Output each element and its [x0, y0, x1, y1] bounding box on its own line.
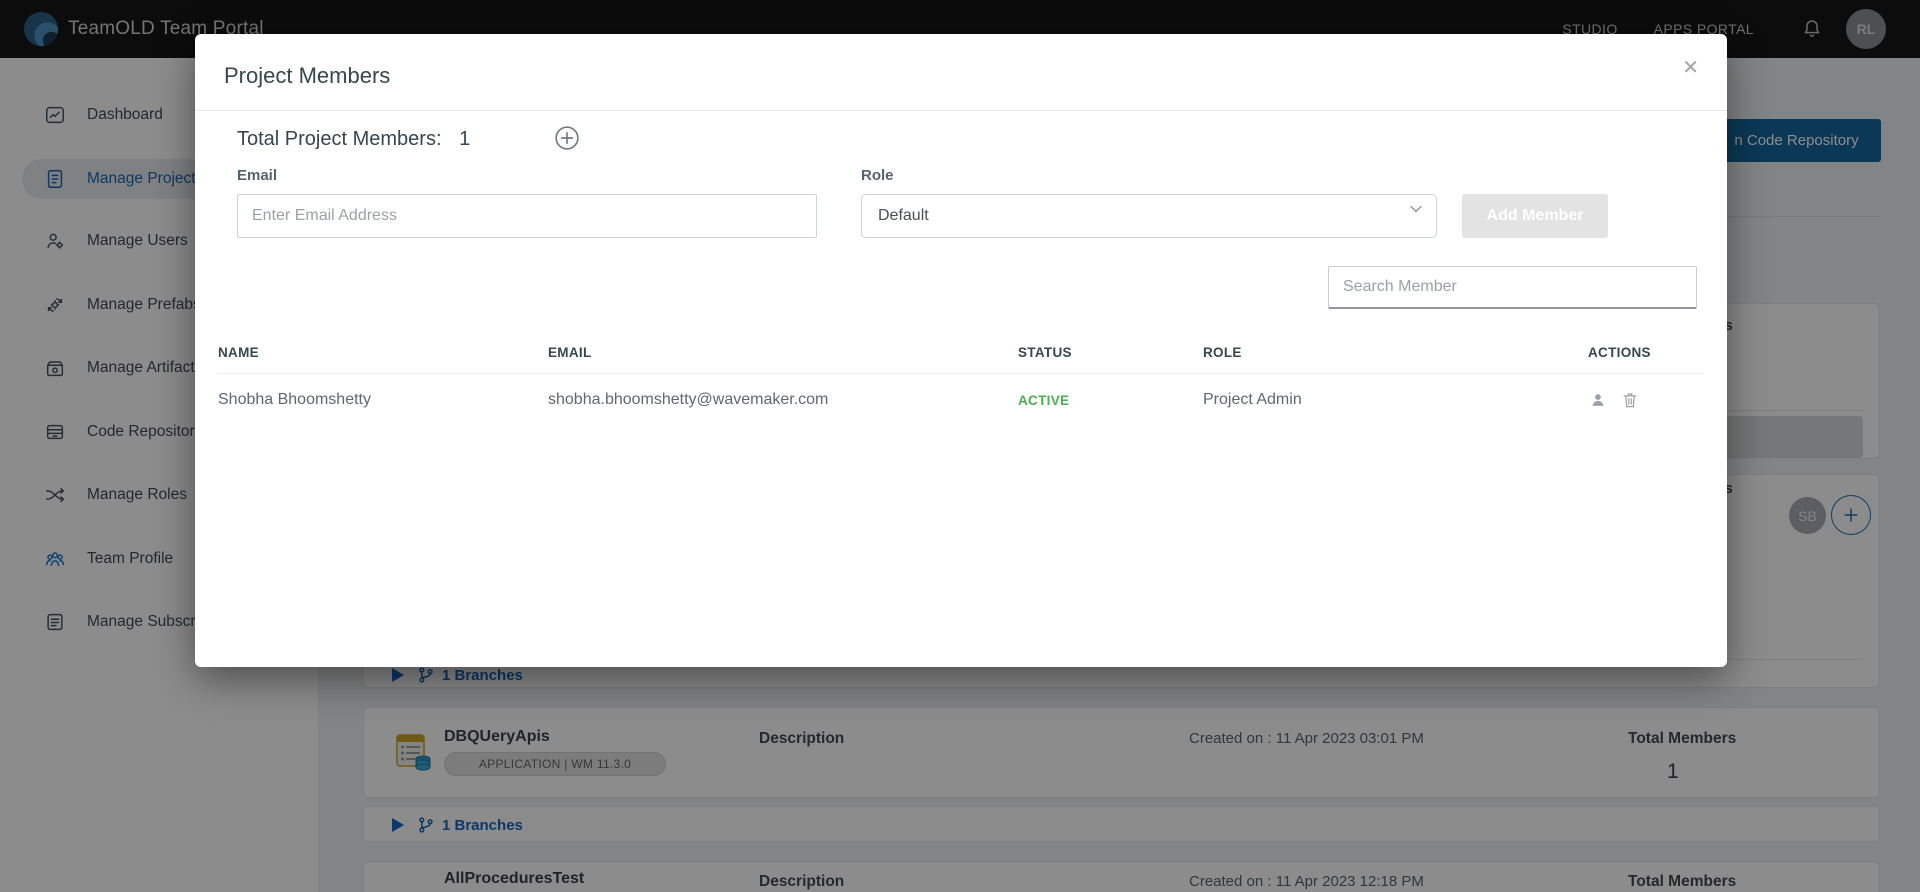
role-select-value: Default: [878, 207, 929, 225]
search-member-input[interactable]: [1328, 266, 1697, 309]
delete-trash-icon[interactable]: [1620, 390, 1640, 410]
total-project-members-value: 1: [459, 128, 470, 150]
column-header-name: NAME: [218, 345, 548, 360]
close-icon[interactable]: ✕: [1682, 58, 1699, 78]
total-project-members-label: Total Project Members:: [237, 128, 442, 150]
email-label: Email: [237, 167, 277, 184]
table-header-row: NAME EMAIL STATUS ROLE ACTIONS: [218, 339, 1704, 365]
add-member-plus-circle-icon[interactable]: [553, 124, 581, 152]
table-row: Shobha Bhoomshetty shobha.bhoomshetty@wa…: [218, 374, 1704, 426]
column-header-status: STATUS: [1018, 345, 1203, 360]
user-role-icon[interactable]: [1588, 390, 1608, 410]
project-members-modal: Project Members ✕ Total Project Members:…: [195, 34, 1727, 667]
actions-cell: [1588, 390, 1704, 410]
member-name: Shobha Bhoomshetty: [218, 391, 548, 409]
role-label: Role: [861, 167, 894, 184]
total-project-members: Total Project Members: 1: [237, 128, 470, 151]
add-member-button[interactable]: Add Member: [1462, 194, 1608, 238]
member-email: shobha.bhoomshetty@wavemaker.com: [548, 391, 1018, 409]
column-header-email: EMAIL: [548, 345, 1018, 360]
members-table: NAME EMAIL STATUS ROLE ACTIONS Shobha Bh…: [218, 339, 1704, 426]
page: TeamOLD Team Portal STUDIO APPS PORTAL R…: [0, 0, 1920, 892]
member-role: Project Admin: [1203, 391, 1588, 409]
column-header-role: ROLE: [1203, 345, 1588, 360]
chevron-down-icon: [1406, 199, 1426, 219]
status-badge: ACTIVE: [1018, 393, 1203, 408]
column-header-actions: ACTIONS: [1588, 345, 1704, 360]
email-field[interactable]: [237, 194, 817, 238]
modal-title: Project Members: [224, 63, 390, 89]
divider: [195, 110, 1727, 111]
role-select[interactable]: Default: [861, 194, 1437, 238]
